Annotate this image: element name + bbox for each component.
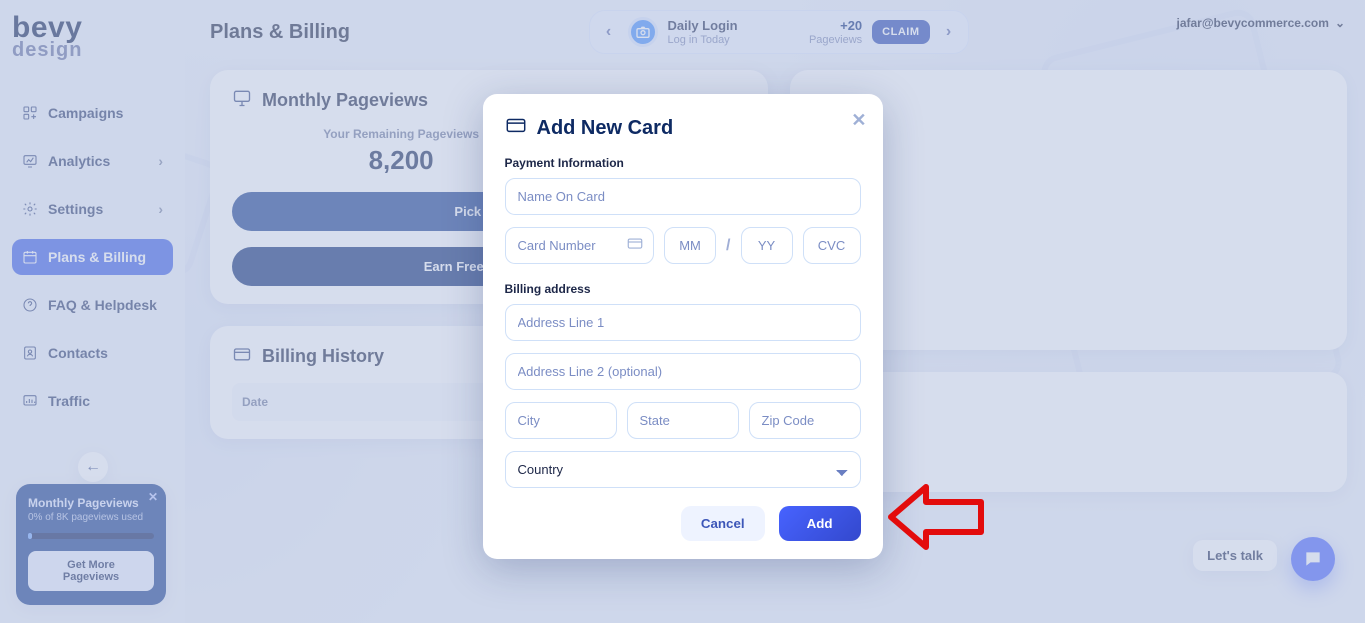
expiry-month-input[interactable]	[664, 227, 716, 264]
modal-title: Add New Card	[537, 117, 674, 140]
modal-close[interactable]: ✕	[851, 110, 866, 131]
city-input[interactable]	[505, 402, 617, 439]
section-payment-label: Payment Information	[505, 156, 861, 170]
address-line2-input[interactable]	[505, 353, 861, 390]
cvc-input[interactable]	[803, 227, 861, 264]
credit-card-icon	[505, 114, 527, 142]
expiry-separator: /	[726, 237, 730, 255]
cancel-button[interactable]: Cancel	[681, 506, 765, 541]
expiry-year-input[interactable]	[741, 227, 793, 264]
address-line1-input[interactable]	[505, 304, 861, 341]
section-billing-label: Billing address	[505, 282, 861, 296]
card-chip-icon	[626, 234, 644, 257]
country-select[interactable]: Country	[505, 451, 861, 488]
add-button[interactable]: Add	[779, 506, 861, 541]
zip-input[interactable]	[749, 402, 861, 439]
name-on-card-input[interactable]	[505, 178, 861, 215]
state-input[interactable]	[627, 402, 739, 439]
add-card-modal: ✕ Add New Card Payment Information / Bil…	[483, 94, 883, 559]
